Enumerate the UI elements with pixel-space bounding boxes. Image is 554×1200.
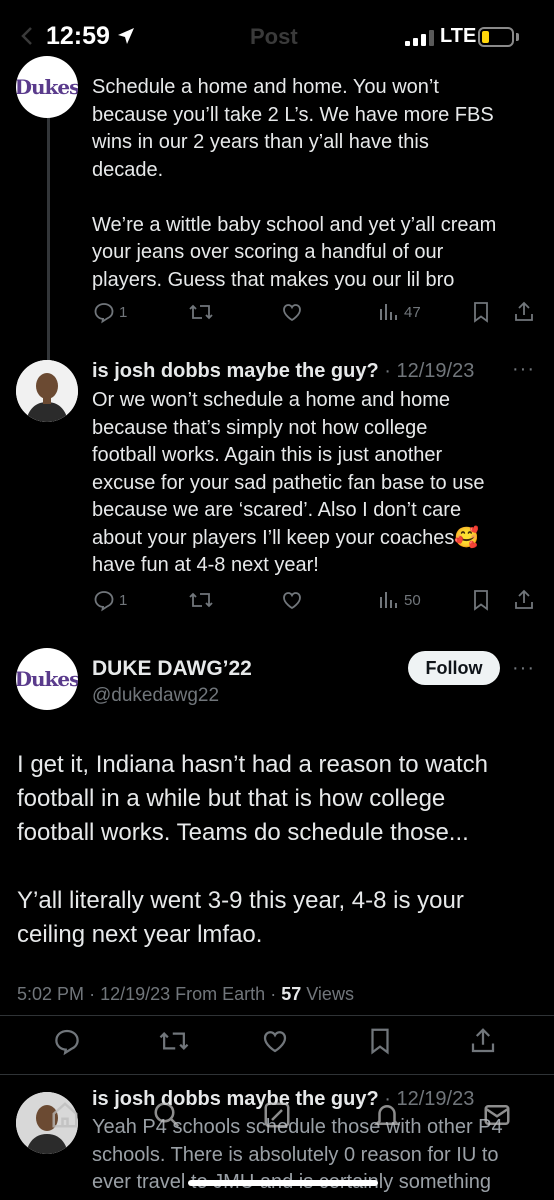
divider [0, 1015, 554, 1016]
views-label: Views [306, 984, 354, 1004]
dukes-logo: Dukes [16, 667, 78, 691]
notifications-icon[interactable] [372, 1100, 402, 1135]
more-options-icon[interactable]: ··· [512, 657, 535, 680]
network-label: LTE [440, 25, 477, 47]
retweet-button[interactable] [188, 588, 214, 612]
bookmark-button[interactable] [470, 588, 492, 612]
reply-button[interactable] [52, 1026, 82, 1061]
like-icon [283, 304, 301, 322]
location-arrow-icon [116, 26, 136, 51]
compose-icon[interactable] [262, 1100, 292, 1135]
status-time: 12:59 [46, 22, 110, 50]
dukes-logo: Dukes [16, 75, 78, 99]
retweet-icon [189, 592, 213, 608]
bookmark-button[interactable] [366, 1026, 394, 1061]
share-button[interactable] [512, 300, 536, 324]
bookmark-icon [371, 1028, 389, 1055]
like-icon [263, 1031, 287, 1053]
like-button[interactable] [280, 300, 304, 324]
reply-count: 1 [119, 591, 128, 609]
retweet-button[interactable] [158, 1026, 190, 1061]
author-name[interactable]: is josh dobbs maybe the guy? [92, 360, 379, 382]
like-icon [283, 592, 301, 610]
retweet-icon [189, 304, 213, 320]
reply-1-text: Schedule a home and home. You won’t beca… [92, 76, 497, 291]
page-title: Post [250, 24, 298, 49]
views-count: 57 [281, 984, 302, 1004]
reply-2-header: is josh dobbs maybe the guy? · 12/19/23 [92, 360, 474, 383]
reply-icon [94, 303, 114, 324]
search-icon[interactable] [152, 1100, 182, 1135]
follow-button[interactable]: Follow [408, 651, 500, 685]
back-arrow-icon[interactable] [16, 24, 40, 53]
share-button[interactable] [512, 588, 536, 612]
retweet-icon [159, 1032, 189, 1050]
reply-1-actions: 1 47 [92, 300, 538, 330]
messages-icon[interactable] [482, 1100, 512, 1135]
reply-button[interactable]: 1 [92, 588, 127, 612]
avatar[interactable]: Dukes [16, 648, 78, 710]
reply-button[interactable]: 1 [92, 300, 127, 324]
reply-icon [55, 1029, 79, 1056]
post-time: 5:02 PM [17, 984, 85, 1004]
main-tweet-actions [0, 1026, 554, 1060]
share-icon [515, 301, 533, 321]
views-icon [380, 592, 397, 608]
more-options-icon[interactable]: ··· [512, 358, 535, 381]
share-icon [515, 589, 533, 609]
views-count: 47 [404, 303, 421, 321]
divider [0, 1074, 554, 1075]
views-button[interactable]: 47 [377, 300, 421, 324]
status-bar: Post 12:59 LTE [0, 0, 554, 72]
like-button[interactable] [280, 588, 304, 612]
like-button[interactable] [260, 1026, 290, 1061]
battery-tip [516, 33, 519, 41]
reply-count: 1 [119, 303, 128, 321]
views-button[interactable]: 50 [377, 588, 421, 612]
avatar[interactable] [16, 360, 78, 422]
avatar[interactable]: Dukes [16, 56, 78, 118]
bookmark-icon [474, 590, 488, 611]
views-count: 50 [404, 591, 421, 609]
bookmark-icon [474, 302, 488, 323]
retweet-button[interactable] [188, 300, 214, 324]
reply-icon [94, 591, 114, 612]
profile-photo [16, 360, 78, 422]
bookmark-button[interactable] [470, 300, 492, 324]
share-icon [471, 1028, 495, 1053]
post-date: 12/19/23 [100, 984, 171, 1004]
views-icon [380, 304, 397, 320]
author-handle[interactable]: @dukedawg22 [92, 685, 219, 707]
main-tweet-text: I get it, Indiana hasn’t had a reason to… [17, 751, 488, 948]
share-button[interactable] [468, 1026, 498, 1061]
reply-2-actions: 1 50 [92, 588, 538, 618]
battery-icon [478, 27, 514, 47]
post-source: From Earth [175, 984, 266, 1004]
author-name[interactable]: DUKE DAWG’22 [92, 657, 252, 681]
author-name[interactable]: is josh dobbs maybe the guy? [92, 1088, 379, 1110]
reply-2-text: Or we won’t schedule a home and home bec… [92, 389, 485, 576]
post-metadata: 5:02 PM · 12/19/23 From Earth · 57 Views [17, 984, 354, 1004]
thread-connector [47, 100, 50, 370]
signal-icon [405, 30, 435, 51]
post-date: · 12/19/23 [384, 360, 475, 382]
home-indicator[interactable] [188, 1180, 378, 1186]
home-icon[interactable] [50, 1100, 80, 1135]
